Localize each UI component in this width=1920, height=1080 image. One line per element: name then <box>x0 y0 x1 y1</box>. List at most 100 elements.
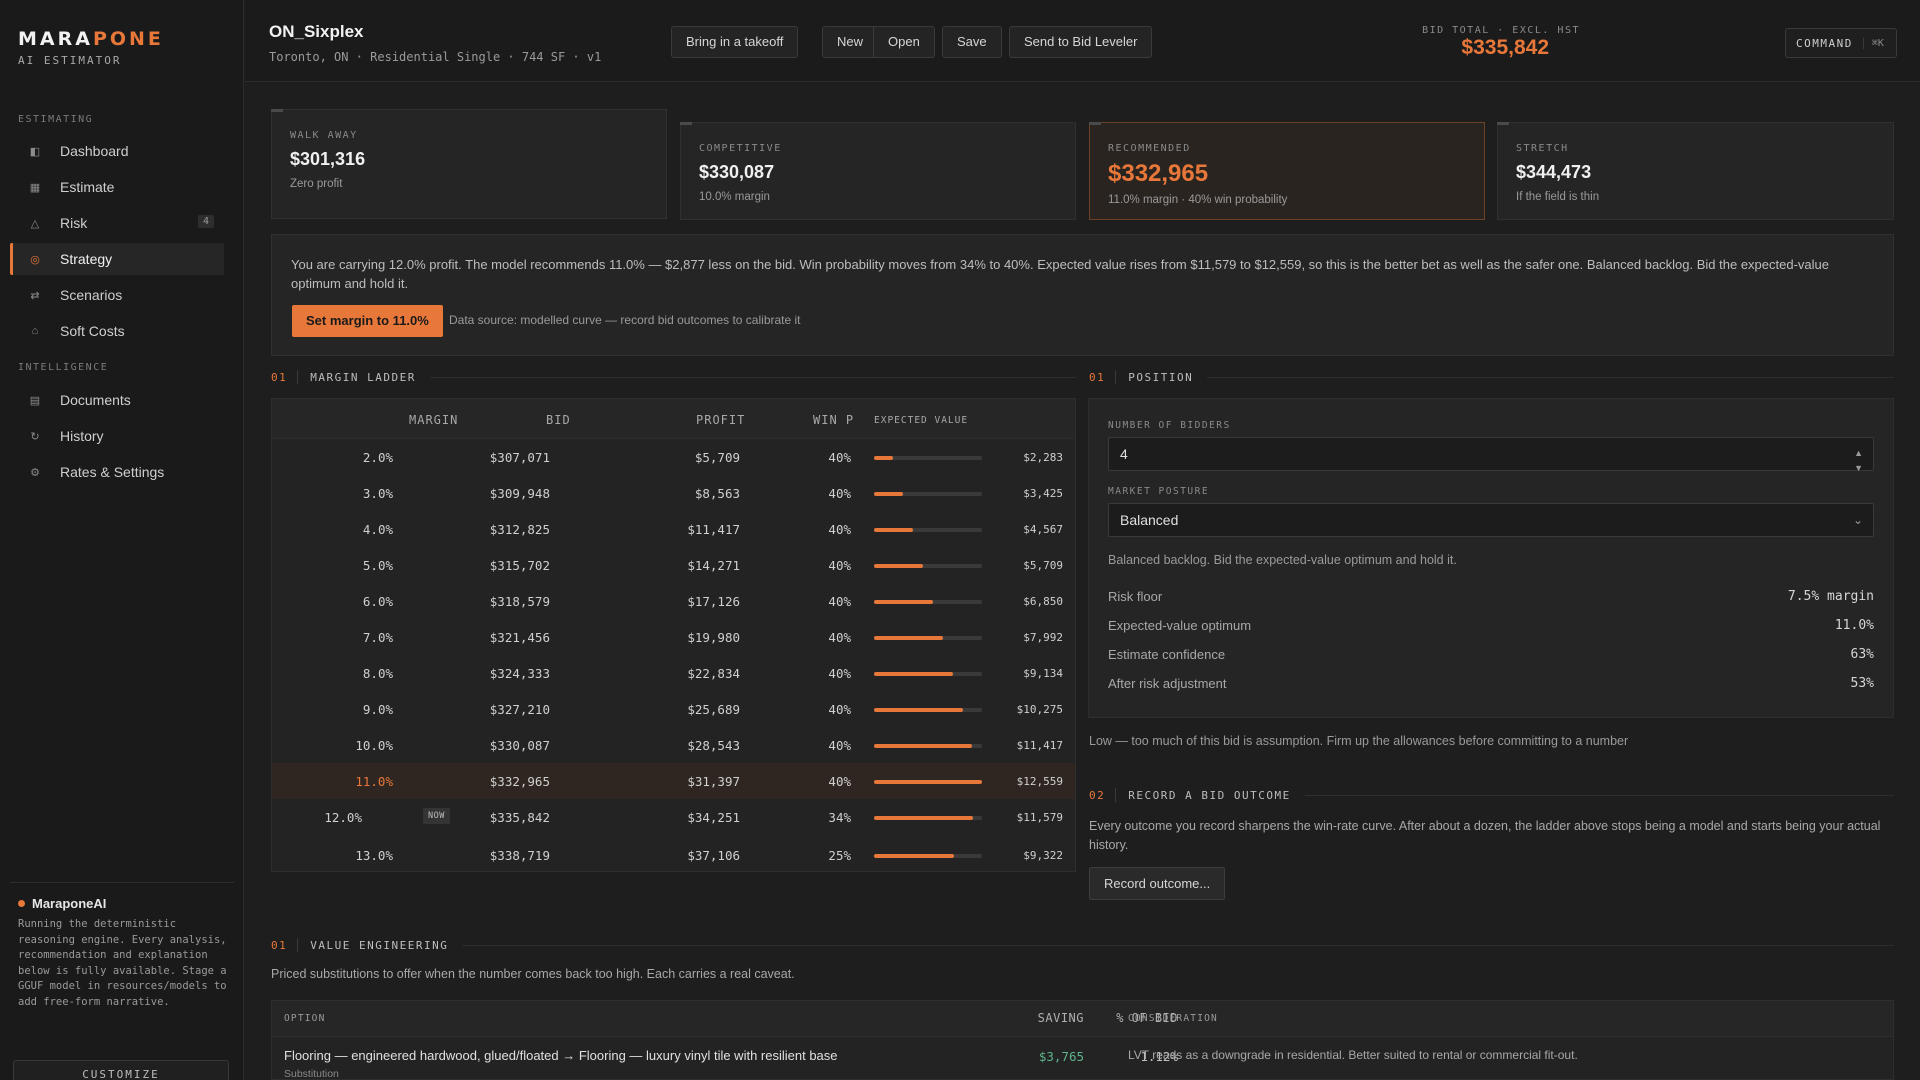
sidebar-item-dashboard[interactable]: ◧ Dashboard <box>10 135 224 167</box>
ladder-profit-cell: $5,709 <box>694 450 740 465</box>
set-margin-button[interactable]: Set margin to 11.0% <box>292 305 443 337</box>
card-walk-away[interactable]: WALK AWAY $301,316 Zero profit <box>271 109 667 219</box>
expected-value-bar <box>874 600 982 604</box>
estimate-icon: ▦ <box>29 181 41 194</box>
brand-logo[interactable]: MARAPONE AI ESTIMATOR <box>18 28 164 67</box>
stat-estimate-confidence: Estimate confidence 63% <box>1108 647 1874 662</box>
ladder-profit-cell: $25,689 <box>687 702 740 717</box>
sidebar-item-history[interactable]: ↻ History <box>10 420 224 452</box>
table-row[interactable]: 9.0% $327,210 $25,689 40% $10,275 <box>272 691 1075 727</box>
section-title: RECORD A BID OUTCOME <box>1128 788 1291 802</box>
sidebar-item-strategy[interactable]: ◎ Strategy <box>10 243 224 275</box>
ladder-ev-cell: $9,322 <box>1023 849 1063 862</box>
value-engineering-intro: Priced substitutions to offer when the n… <box>271 967 795 981</box>
table-row[interactable]: 13.0% $338,719 $37,106 25% $9,322 <box>272 837 1075 873</box>
sidebar-item-label: Dashboard <box>60 143 129 159</box>
ladder-winp-cell: 40% <box>828 558 851 573</box>
sidebar-item-label: Rates & Settings <box>60 464 165 480</box>
sidebar-item-soft-costs[interactable]: ⌂ Soft Costs <box>10 315 224 347</box>
record-outcome-button[interactable]: Record outcome... <box>1089 867 1226 900</box>
gear-icon: ⚙ <box>30 466 40 479</box>
document-icon: ▤ <box>29 394 41 407</box>
ladder-winp-cell: 40% <box>828 666 851 681</box>
expected-value-bar-fill <box>874 708 963 712</box>
section-header-record-outcome: 02 RECORD A BID OUTCOME <box>1089 788 1894 802</box>
market-posture-select[interactable]: Balanced ⌄ <box>1108 503 1874 537</box>
save-button[interactable]: Save <box>942 26 1002 58</box>
sidebar-item-scenarios[interactable]: ⇄ Scenarios <box>10 279 224 311</box>
sidebar-item-rates-settings[interactable]: ⚙ Rates & Settings <box>10 456 224 488</box>
ladder-margin-cell: 9.0% <box>362 702 393 717</box>
card-stretch[interactable]: STRETCH $344,473 If the field is thin <box>1497 122 1894 220</box>
brand-name: MARAPONE <box>18 28 164 50</box>
table-row[interactable]: 7.0% $321,456 $19,980 40% $7,992 <box>272 619 1075 655</box>
bidders-value: 4 <box>1120 446 1128 462</box>
sidebar-item-estimate[interactable]: ▦ Estimate <box>10 171 224 203</box>
ladder-profit-cell: $37,106 <box>687 848 740 863</box>
table-row[interactable]: 3.0% $309,948 $8,563 40% $3,425 <box>272 475 1075 511</box>
column-header-bid: BID <box>546 413 571 427</box>
nav-section-intelligence: INTELLIGENCE <box>18 362 109 373</box>
card-subtext: 11.0% margin · 40% win probability <box>1108 194 1288 206</box>
target-icon: ◎ <box>30 253 40 266</box>
ladder-margin-cell: 3.0% <box>362 486 393 501</box>
table-row[interactable]: 12.0% $335,842 $34,251 34% NOW $11,579 <box>272 799 1075 835</box>
posture-note: Balanced backlog. Bid the expected-value… <box>1108 553 1457 567</box>
section-title: MARGIN LADDER <box>310 370 416 384</box>
expected-value-bar-fill <box>874 636 944 640</box>
stat-risk-floor: Risk floor 7.5% margin <box>1108 589 1874 604</box>
sidebar-item-label: Strategy <box>60 251 113 267</box>
table-row[interactable]: 6.0% $318,579 $17,126 40% $6,850 <box>272 583 1075 619</box>
section-header-position: 01 POSITION <box>1089 370 1894 384</box>
card-recommended[interactable]: RECOMMENDED $332,965 11.0% margin · 40% … <box>1089 122 1485 220</box>
ai-status-panel: MaraponeAI Running the deterministic rea… <box>18 896 228 1010</box>
command-palette-button[interactable]: COMMAND ⌘K <box>1785 28 1897 58</box>
card-value: $330,087 <box>699 162 775 182</box>
bidders-label: NUMBER OF BIDDERS <box>1108 420 1231 431</box>
ladder-profit-cell: $11,417 <box>687 522 740 537</box>
ladder-ev-cell: $4,567 <box>1023 523 1063 536</box>
top-header: ON_Sixplex Toronto, ON · Residential Sin… <box>245 0 1920 82</box>
table-row[interactable]: 2.0% $307,071 $5,709 40% $2,283 <box>272 439 1075 475</box>
section-header-value-engineering: 01 VALUE ENGINEERING <box>271 938 1894 952</box>
sidebar-item-documents[interactable]: ▤ Documents <box>10 384 224 416</box>
sidebar-item-risk[interactable]: △ Risk 4 <box>10 207 224 239</box>
column-header-option: OPTION <box>284 1013 326 1024</box>
market-posture-value: Balanced <box>1120 512 1179 528</box>
card-competitive[interactable]: COMPETITIVE $330,087 10.0% margin <box>680 122 1076 220</box>
bidders-stepper[interactable]: 4 ▲ ▼ <box>1108 437 1874 473</box>
status-dot-icon <box>18 900 25 907</box>
ladder-margin-cell: 12.0% <box>324 810 362 825</box>
section-divider <box>1115 370 1117 384</box>
stat-ev-optimum: Expected-value optimum 11.0% <box>1108 618 1874 633</box>
chevron-down-icon: ⌄ <box>1852 513 1863 527</box>
table-header: MARGIN BID PROFIT WIN P EXPECTED VALUE <box>272 399 1075 439</box>
new-button[interactable]: New <box>822 26 879 58</box>
sidebar-item-label: Soft Costs <box>60 323 125 339</box>
command-label: COMMAND <box>1796 36 1853 50</box>
ladder-ev-cell: $9,134 <box>1023 667 1063 680</box>
ladder-winp-cell: 34% <box>828 810 851 825</box>
table-row[interactable]: 8.0% $324,333 $22,834 40% $9,134 <box>272 655 1075 691</box>
table-row[interactable]: 5.0% $315,702 $14,271 40% $5,709 <box>272 547 1075 583</box>
ladder-bid-cell: $309,948 <box>489 486 550 501</box>
bid-total-value: $335,842 <box>1461 36 1549 59</box>
send-to-bid-leveler-button[interactable]: Send to Bid Leveler <box>1009 26 1153 58</box>
stepper-arrows-icon[interactable]: ▲ ▼ <box>1854 446 1863 476</box>
table-row[interactable]: 11.0% $332,965 $31,397 40% $12,559 <box>272 763 1075 799</box>
customize-button[interactable]: CUSTOMIZE <box>13 1060 229 1080</box>
expected-value-bar-fill <box>874 528 913 532</box>
ladder-margin-cell: 7.0% <box>362 630 393 645</box>
sidebar-item-label: Scenarios <box>60 287 123 303</box>
ladder-profit-cell: $34,251 <box>687 810 740 825</box>
ve-option-text: Flooring — engineered hardwood, glued/fl… <box>284 1048 838 1063</box>
project-title: ON_Sixplex <box>269 22 364 41</box>
table-row[interactable]: 4.0% $312,825 $11,417 40% $4,567 <box>272 511 1075 547</box>
table-row[interactable]: 10.0% $330,087 $28,543 40% $11,417 <box>272 727 1075 763</box>
ladder-margin-cell: 2.0% <box>362 450 393 465</box>
ladder-winp-cell: 40% <box>828 594 851 609</box>
expected-value-bar <box>874 672 982 676</box>
open-button[interactable]: Open <box>873 26 935 58</box>
nav-section-estimating: ESTIMATING <box>18 114 94 125</box>
bring-in-takeoff-button[interactable]: Bring in a takeoff <box>671 26 799 58</box>
